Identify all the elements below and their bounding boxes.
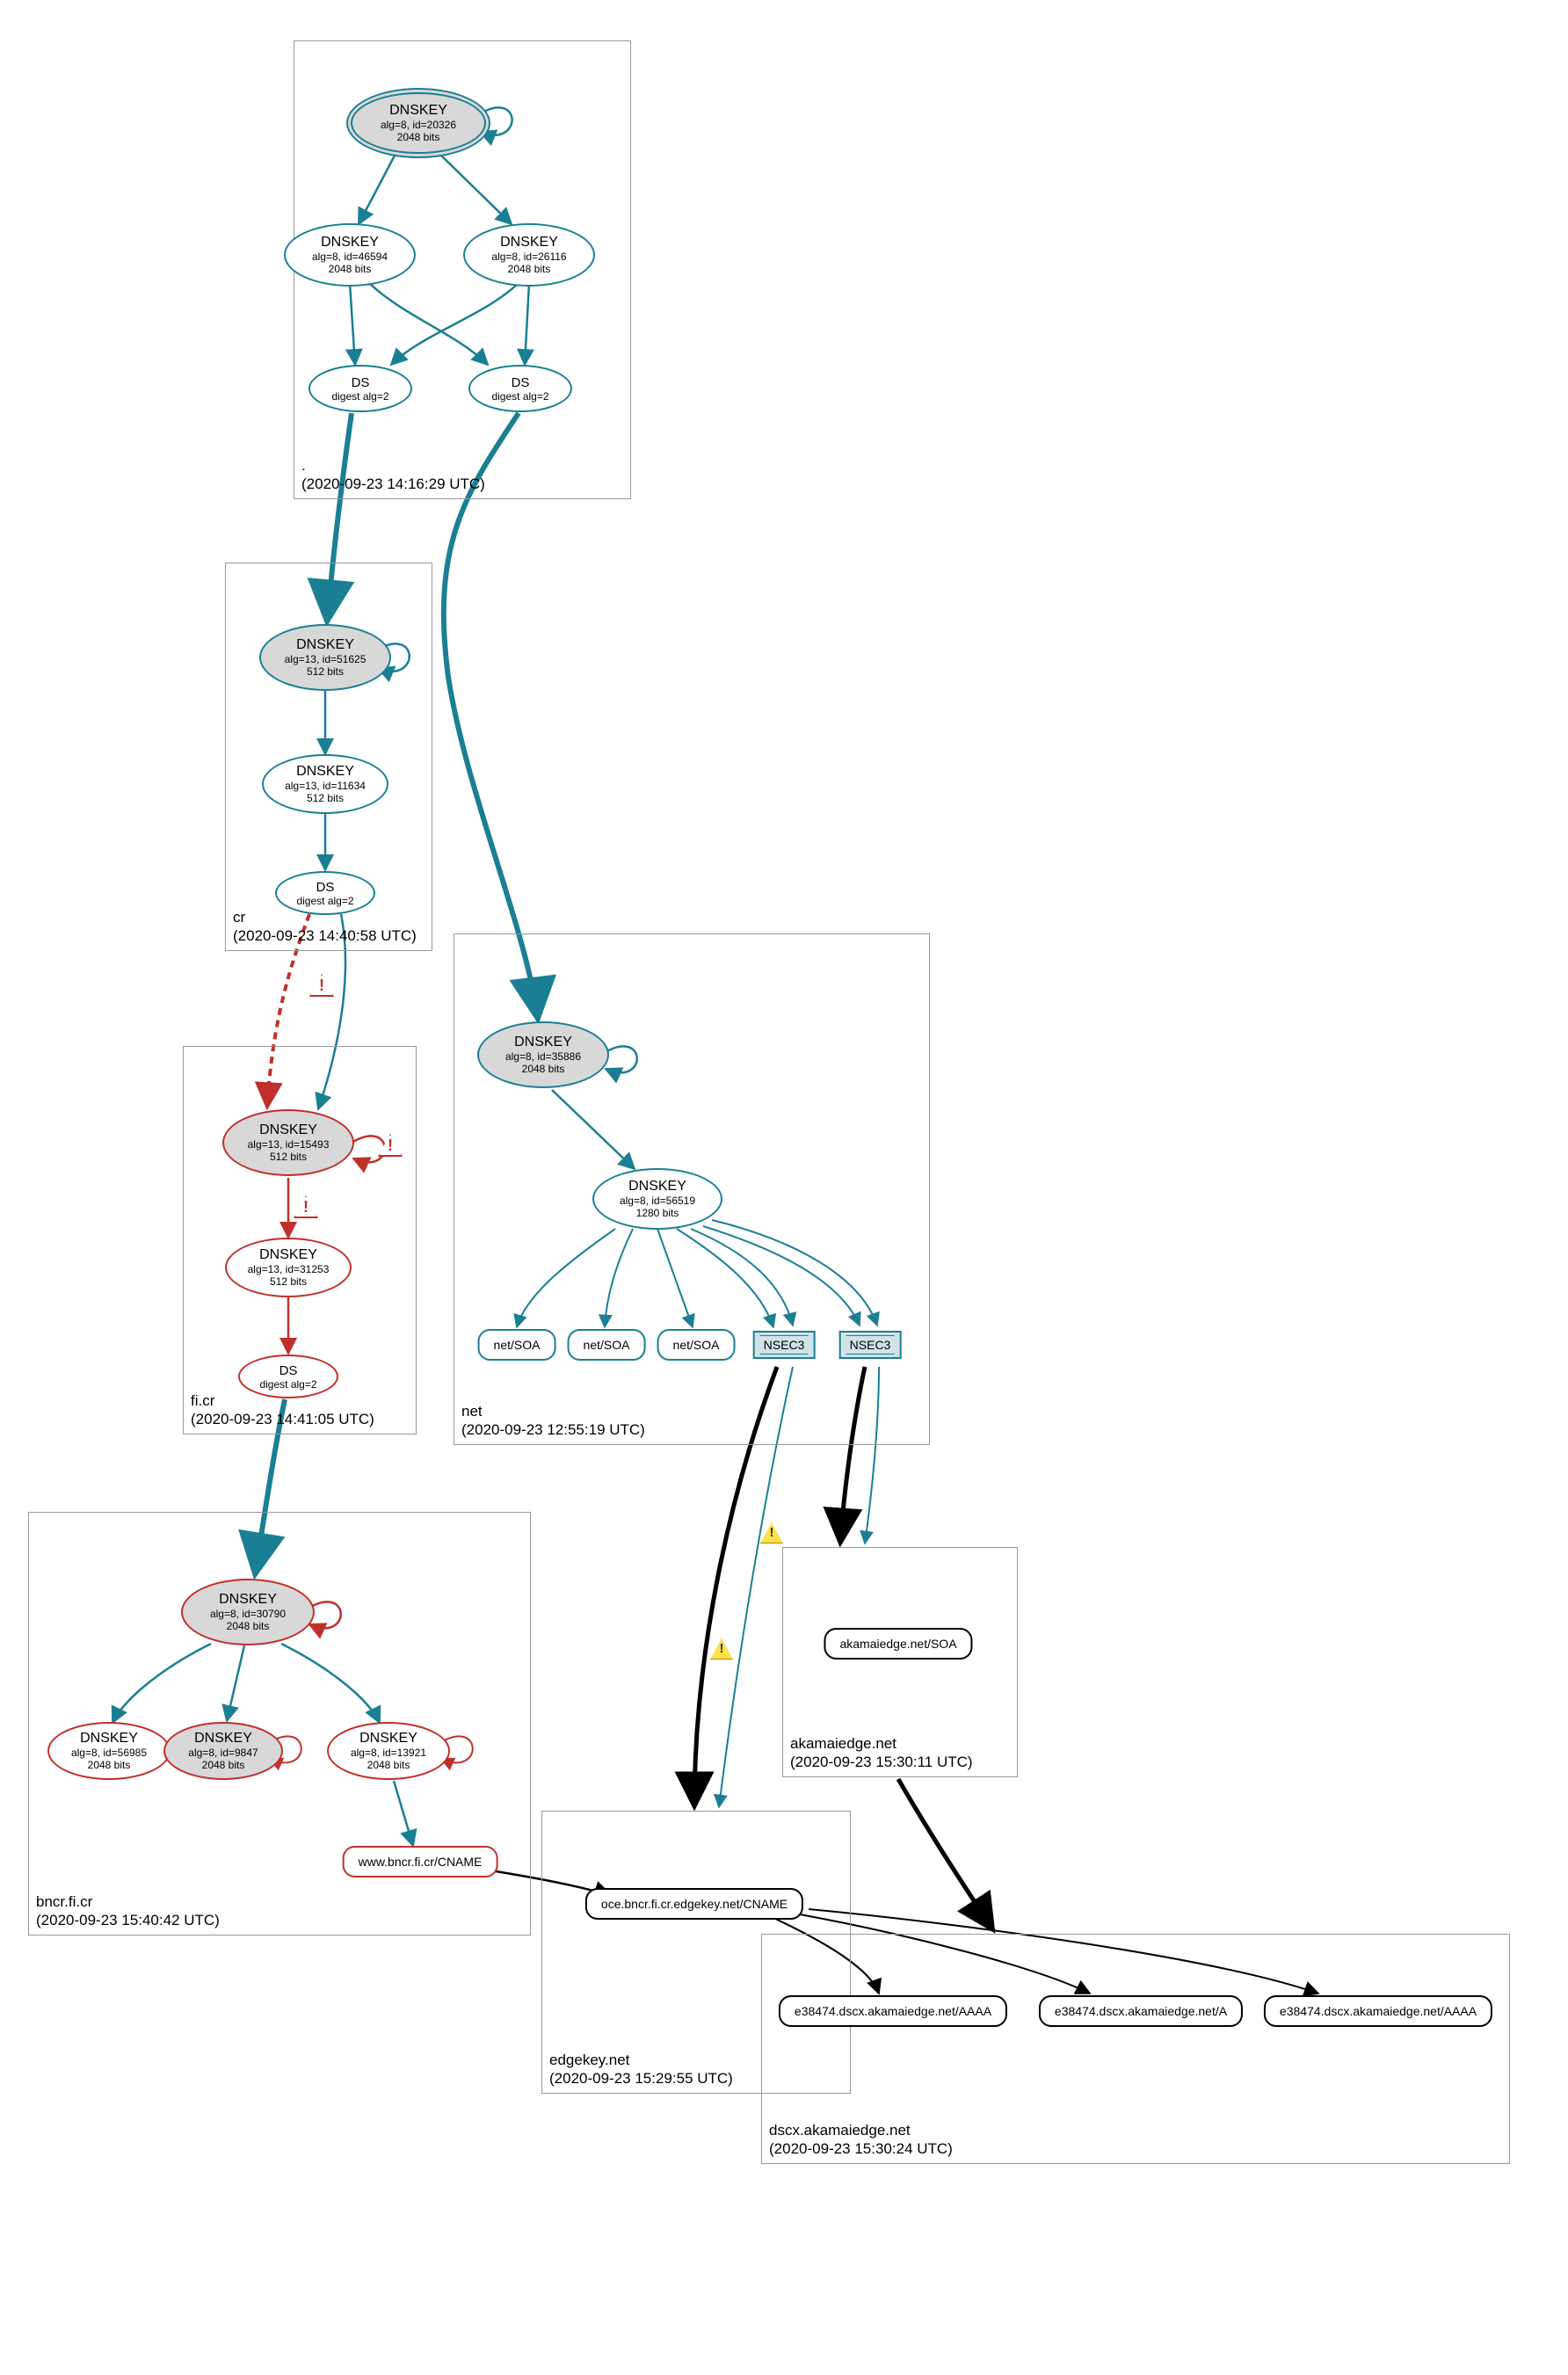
zone-label: .(2020-09-23 14:16:29 UTC) (301, 456, 485, 494)
aaaa-record: e38474.dscx.akamaiedge.net/AAAA (779, 1995, 1007, 2027)
zone-label: edgekey.net(2020-09-23 15:29:55 UTC) (549, 2051, 733, 2088)
ds-record: DS digest alg=2 (238, 1355, 338, 1398)
zone-dscx: dscx.akamaiedge.net(2020-09-23 15:30:24 … (761, 1934, 1510, 2164)
ds-record: DS digest alg=2 (275, 871, 375, 915)
dnskey-bncr-zsk: DNSKEY alg=8, id=9847 2048 bits (163, 1722, 283, 1780)
zone-label: akamaiedge.net(2020-09-23 15:30:11 UTC) (790, 1734, 973, 1772)
ds-record: DS digest alg=2 (468, 365, 572, 412)
a-record: e38474.dscx.akamaiedge.net/A (1039, 1995, 1243, 2027)
dnskey-ficr-ksk: DNSKEY alg=13, id=15493 512 bits (222, 1109, 354, 1176)
dnskey-cr-ksk: DNSKEY alg=13, id=51625 512 bits (259, 624, 391, 691)
soa-record: net/SOA (478, 1329, 556, 1361)
dnskey-bncr-zsk: DNSKEY alg=8, id=13921 2048 bits (327, 1722, 450, 1780)
dnskey-ficr-zsk: DNSKEY alg=13, id=31253 512 bits (225, 1238, 352, 1297)
nsec3-record: NSEC3 (753, 1331, 816, 1359)
dnskey-cr-zsk: DNSKEY alg=13, id=11634 512 bits (262, 754, 388, 814)
ds-record: DS digest alg=2 (309, 365, 412, 412)
aaaa-record: e38474.dscx.akamaiedge.net/AAAA (1264, 1995, 1492, 2027)
zone-label: net(2020-09-23 12:55:19 UTC) (461, 1402, 645, 1440)
zone-akamaiedge: akamaiedge.net(2020-09-23 15:30:11 UTC) (782, 1547, 1018, 1777)
zone-label: dscx.akamaiedge.net(2020-09-23 15:30:24 … (769, 2121, 953, 2159)
zone-label: bncr.fi.cr(2020-09-23 15:40:42 UTC) (36, 1892, 220, 1930)
soa-record: net/SOA (657, 1329, 736, 1361)
dnskey-bncr-zsk: DNSKEY alg=8, id=56985 2048 bits (47, 1722, 171, 1780)
dnskey-root-ksk: DNSKEY alg=8, id=20326 2048 bits (346, 88, 490, 158)
dnskey-root-zsk: DNSKEY alg=8, id=46594 2048 bits (284, 223, 416, 287)
cname-record: oce.bncr.fi.cr.edgekey.net/CNAME (585, 1888, 803, 1920)
dnskey-bncr-ksk: DNSKEY alg=8, id=30790 2048 bits (181, 1579, 315, 1645)
dnskey-net-zsk: DNSKEY alg=8, id=56519 1280 bits (592, 1168, 722, 1230)
cname-record: www.bncr.fi.cr/CNAME (343, 1846, 498, 1877)
soa-record: akamaiedge.net/SOA (824, 1628, 972, 1660)
dnskey-root-zsk: DNSKEY alg=8, id=26116 2048 bits (463, 223, 595, 287)
soa-record: net/SOA (568, 1329, 646, 1361)
dnskey-net-ksk: DNSKEY alg=8, id=35886 2048 bits (477, 1021, 609, 1088)
nsec3-record: NSEC3 (839, 1331, 902, 1359)
